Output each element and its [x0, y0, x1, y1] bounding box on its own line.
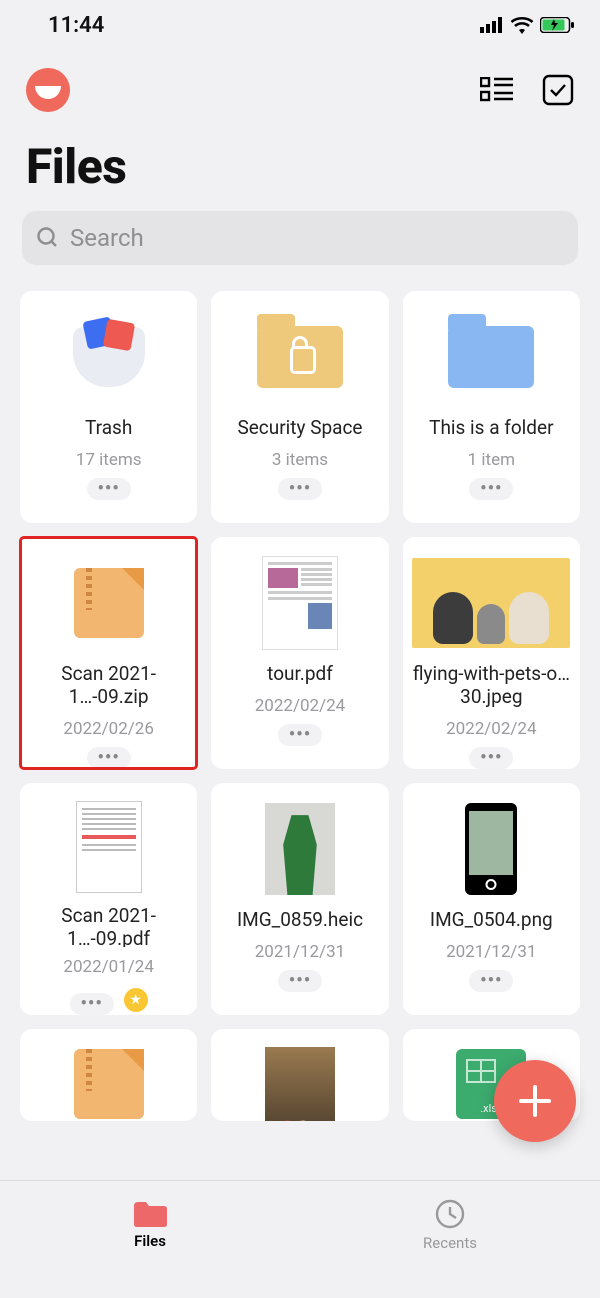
- document-thumbnail: [76, 801, 142, 893]
- file-tile[interactable]: IMG_0859.heic 2021/12/31 •••: [211, 783, 388, 1015]
- image-thumbnail: [465, 803, 517, 895]
- file-tile[interactable]: flying-with-pets-o…30.jpeg 2022/02/24 •••: [403, 537, 580, 769]
- file-subtitle: 2022/01/24: [63, 957, 153, 977]
- plus-icon: [515, 1081, 555, 1121]
- folder-icon: [448, 326, 534, 388]
- search-input[interactable]: Search: [22, 211, 578, 265]
- status-indicators: [480, 16, 574, 34]
- image-thumbnail: [265, 803, 335, 895]
- more-button[interactable]: •••: [87, 478, 131, 500]
- nav-recents-label: Recents: [423, 1234, 477, 1252]
- status-bar: 11:44: [0, 0, 600, 50]
- trash-icon: [73, 327, 145, 387]
- search-placeholder: Search: [70, 224, 144, 252]
- file-subtitle: 2021/12/31: [446, 942, 536, 962]
- file-subtitle: 1 item: [468, 450, 515, 470]
- nav-files-label: Files: [134, 1232, 166, 1250]
- locked-folder-icon: [257, 326, 343, 388]
- pdf-thumbnail: [262, 556, 338, 650]
- page-title: Files: [0, 120, 600, 211]
- more-button[interactable]: •••: [87, 747, 131, 769]
- clock-icon: [434, 1198, 466, 1230]
- more-button[interactable]: •••: [70, 993, 114, 1015]
- battery-charging-icon: [540, 17, 574, 33]
- more-button[interactable]: •••: [469, 970, 513, 992]
- file-subtitle: 17 items: [76, 450, 142, 470]
- video-thumbnail: [265, 1047, 335, 1121]
- nav-files[interactable]: Files: [0, 1181, 300, 1268]
- wifi-icon: [510, 16, 534, 34]
- file-tile[interactable]: Trash 17 items •••: [20, 291, 197, 523]
- file-tile[interactable]: tour.pdf 2022/02/24 •••: [211, 537, 388, 769]
- status-time: 11:44: [48, 13, 104, 38]
- file-subtitle: 2022/02/24: [446, 719, 536, 739]
- file-title: Scan 2021-1…-09.pdf: [20, 905, 197, 947]
- more-button[interactable]: •••: [278, 970, 322, 992]
- file-title: IMG_0504.png: [424, 909, 559, 932]
- add-button[interactable]: [494, 1060, 576, 1142]
- top-actions: [0, 50, 600, 120]
- file-subtitle: 2021/12/31: [255, 942, 345, 962]
- file-subtitle: 2022/02/26: [63, 719, 153, 739]
- list-view-icon[interactable]: [480, 77, 514, 103]
- file-title: tour.pdf: [261, 663, 339, 686]
- file-tile[interactable]: [211, 1029, 388, 1121]
- file-subtitle: 3 items: [272, 450, 328, 470]
- file-subtitle: 2022/02/24: [255, 696, 345, 716]
- zip-file-icon: [74, 568, 144, 638]
- file-title: flying-with-pets-o…30.jpeg: [403, 663, 580, 709]
- select-mode-icon[interactable]: [542, 74, 574, 106]
- more-button[interactable]: •••: [469, 478, 513, 500]
- zip-file-icon: [74, 1049, 144, 1119]
- more-button[interactable]: •••: [469, 747, 513, 769]
- star-icon: ★: [124, 988, 148, 1012]
- bottom-nav: Files Recents: [0, 1180, 600, 1268]
- more-button[interactable]: •••: [278, 478, 322, 500]
- file-tile[interactable]: IMG_0504.png 2021/12/31 •••: [403, 783, 580, 1015]
- file-title: Trash: [79, 417, 138, 440]
- nav-recents[interactable]: Recents: [300, 1181, 600, 1268]
- image-thumbnail: [412, 558, 570, 648]
- file-tile[interactable]: Security Space 3 items •••: [211, 291, 388, 523]
- file-tile[interactable]: Scan 2021-1…-09.zip 2022/02/26 •••: [20, 537, 197, 769]
- cellular-icon: [480, 17, 504, 33]
- file-title: Scan 2021-1…-09.zip: [20, 663, 197, 709]
- file-grid: Trash 17 items ••• Security Space 3 items •••…: [0, 265, 600, 1121]
- file-title: IMG_0859.heic: [231, 909, 369, 932]
- search-icon: [36, 226, 60, 250]
- file-title: Security Space: [231, 417, 368, 440]
- folder-icon: [132, 1200, 168, 1228]
- file-tile[interactable]: [20, 1029, 197, 1121]
- app-logo[interactable]: [26, 68, 70, 112]
- file-tile[interactable]: Scan 2021-1…-09.pdf 2022/01/24 ••• ★: [20, 783, 197, 1015]
- file-title: This is a folder: [423, 417, 559, 440]
- file-tile[interactable]: This is a folder 1 item •••: [403, 291, 580, 523]
- more-button[interactable]: •••: [278, 724, 322, 746]
